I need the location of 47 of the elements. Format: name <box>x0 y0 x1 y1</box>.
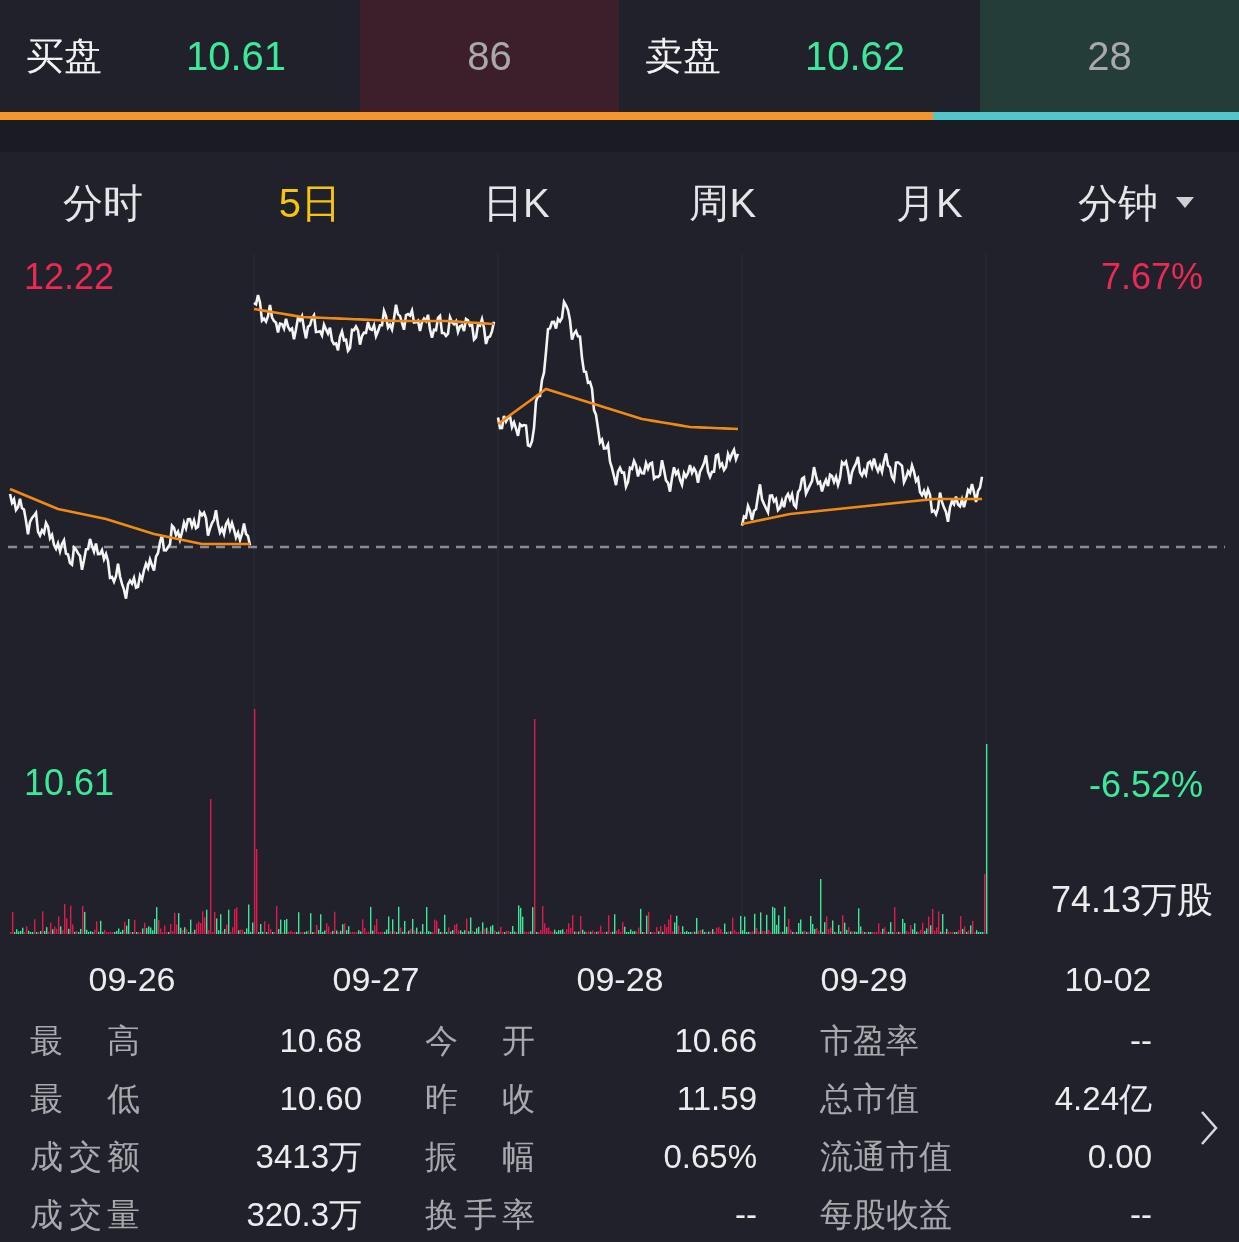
chevron-right-icon[interactable] <box>1200 1110 1218 1146</box>
stat-value: 10.68 <box>279 1022 362 1060</box>
stat-value: 0.65% <box>663 1138 757 1176</box>
bid-price: 10.61 <box>186 33 287 79</box>
high-change-label: 7.67% <box>1100 256 1203 298</box>
stat-label: 振 幅 <box>425 1136 535 1177</box>
stat-label: 市盈率 <box>820 1020 919 1061</box>
stat-value: 4.24亿 <box>1054 1078 1152 1119</box>
date-label: 09-28 <box>575 959 665 999</box>
stat-value: -- <box>1130 1196 1152 1234</box>
date-label: 10-02 <box>1063 959 1153 999</box>
bid-volume: 86 <box>467 33 512 79</box>
stat-label: 成交额 <box>30 1136 140 1177</box>
stat-value: 11.59 <box>676 1080 757 1118</box>
chart-tab[interactable]: 5日 <box>206 168 413 238</box>
stat-value: -- <box>1130 1022 1152 1060</box>
stat-label: 每股收益 <box>820 1194 952 1235</box>
stat-value: 0.00 <box>1087 1138 1152 1176</box>
high-price-label: 12.22 <box>24 256 115 298</box>
chart-tab[interactable]: 日K <box>413 168 620 238</box>
stat-label: 今 开 <box>425 1020 535 1061</box>
stat-value: 3413万 <box>255 1136 362 1177</box>
stat-label: 换手率 <box>425 1194 535 1235</box>
low-change-label: -6.52% <box>1088 764 1203 806</box>
ask-volume: 28 <box>1087 33 1132 79</box>
stat-label: 总市值 <box>820 1078 919 1119</box>
date-label: 09-26 <box>87 959 177 999</box>
chart-tab[interactable]: 月K <box>826 168 1033 238</box>
stat-label: 流通市值 <box>820 1136 952 1177</box>
stat-value: -- <box>735 1196 757 1234</box>
stat-value: 320.3万 <box>246 1194 362 1235</box>
chart-tab[interactable]: 分钟 <box>1032 168 1239 238</box>
stat-label: 最 低 <box>30 1078 140 1119</box>
bid-label: 买盘 <box>26 33 103 79</box>
ask-label: 卖盘 <box>645 33 722 79</box>
chart-tab[interactable]: 分时 <box>0 168 207 238</box>
stat-value: 10.66 <box>674 1022 757 1060</box>
chart-tab[interactable]: 周K <box>619 168 826 238</box>
date-label: 09-29 <box>819 959 909 999</box>
ask-price: 10.62 <box>805 33 906 79</box>
stat-label: 成交量 <box>30 1194 140 1235</box>
date-label: 09-27 <box>331 959 421 999</box>
stat-value: 10.60 <box>279 1080 362 1118</box>
stat-label: 最 高 <box>30 1020 140 1061</box>
stat-label: 昨 收 <box>425 1078 535 1119</box>
max-volume-label: 74.13万股 <box>1050 878 1213 922</box>
dropdown-caret-icon <box>1175 197 1194 209</box>
